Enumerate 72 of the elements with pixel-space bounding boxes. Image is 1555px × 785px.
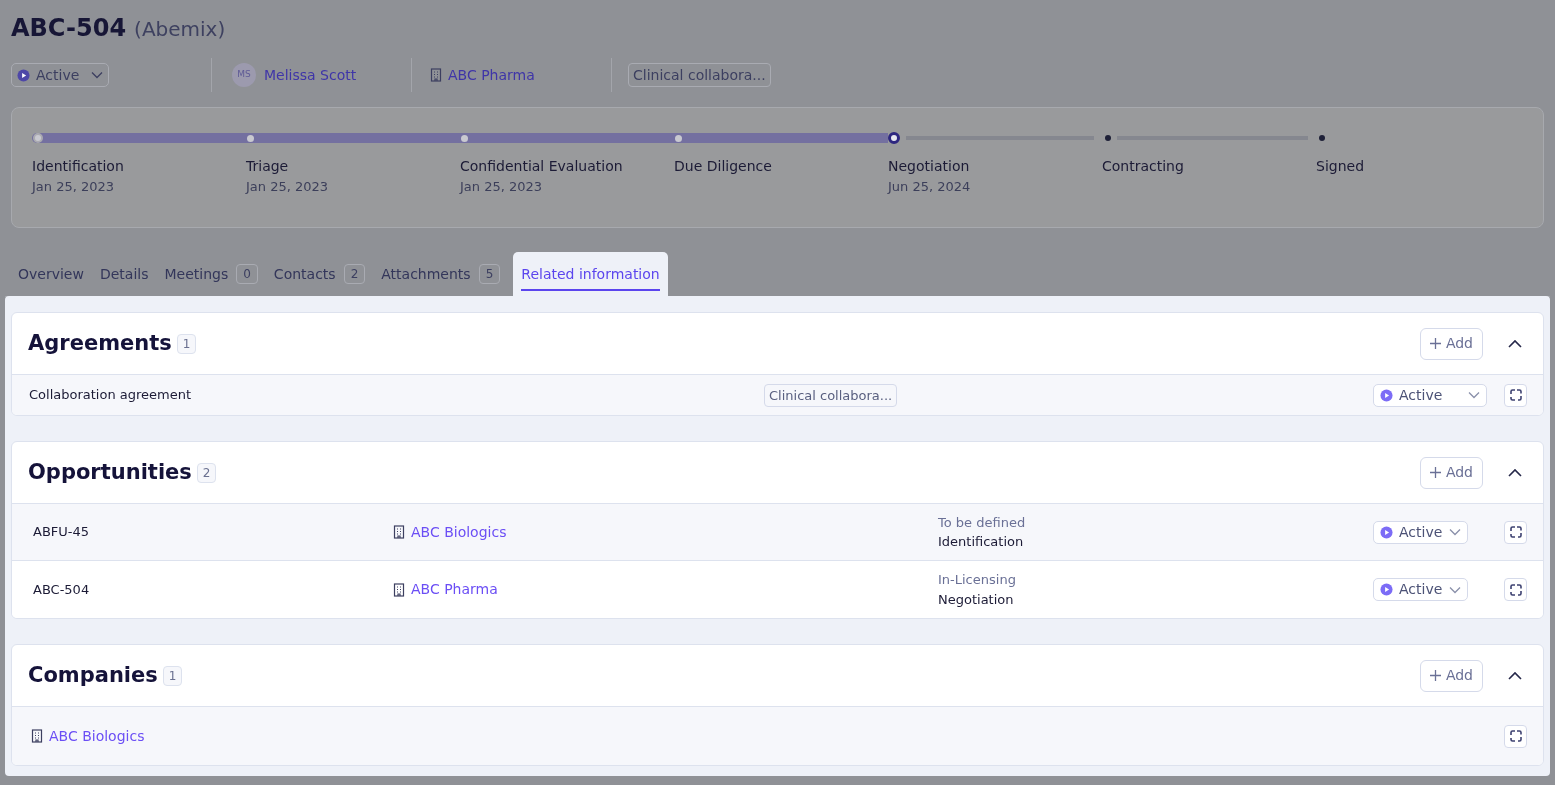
page-subtitle: (Abemix) <box>134 16 226 43</box>
add-button[interactable]: Add <box>1419 659 1483 692</box>
tab[interactable]: Contacts 2 <box>265 252 374 296</box>
agreement-name: Collaboration agreement <box>29 386 193 405</box>
plus-icon <box>1429 338 1441 349</box>
unlink-button[interactable] <box>1504 724 1527 748</box>
plus-icon <box>1429 467 1441 478</box>
tab-count: 2 <box>343 264 366 284</box>
opportunity-id: ABFU-45 <box>33 523 91 542</box>
stage-label: Signed <box>1316 157 1366 176</box>
status-dropdown[interactable]: Active <box>1373 578 1468 601</box>
building-icon <box>393 582 405 597</box>
deal-type: To be defined <box>938 513 1027 532</box>
chevron-up-icon <box>1508 671 1522 680</box>
stage-label: Negotiation <box>888 157 971 176</box>
tab[interactable]: Meetings 0 <box>156 252 266 296</box>
stage-label: Contracting <box>1102 157 1185 176</box>
play-icon <box>1380 583 1393 596</box>
plus-icon <box>1429 670 1441 681</box>
chevron-up-icon <box>1508 339 1522 348</box>
owner-link[interactable]: Melissa Scott <box>264 64 357 86</box>
stage-label: Confidential Evaluation <box>460 157 624 176</box>
unlink-button[interactable] <box>1504 383 1527 407</box>
section-title: Agreements <box>28 329 172 357</box>
stage-label: Triage <box>246 157 290 176</box>
play-icon <box>17 68 30 82</box>
deal-stage: Identification <box>938 533 1025 551</box>
section-title: Opportunities <box>28 458 192 486</box>
type-tag: Clinical collabora... <box>628 63 771 87</box>
chevron-up-icon <box>1508 468 1522 477</box>
play-icon <box>1380 525 1393 539</box>
opportunity-id: ABC-504 <box>33 580 91 599</box>
building-icon <box>430 68 442 82</box>
deal-stage: Negotiation <box>938 590 1015 609</box>
company-link[interactable]: ABC Pharma <box>411 579 498 600</box>
company-link[interactable]: ABC Pharma <box>448 64 535 86</box>
page-title: ABC-504 <box>11 13 127 44</box>
count-badge: 1 <box>176 333 197 354</box>
tab[interactable]: Related information <box>513 252 668 296</box>
chevron-down-icon <box>1449 585 1461 594</box>
chevron-down-icon <box>91 71 104 79</box>
count-badge: 2 <box>196 462 217 483</box>
tab-count: 0 <box>236 264 258 284</box>
tab-count: 5 <box>478 264 501 284</box>
status-dropdown[interactable]: Active <box>1373 383 1487 407</box>
company-link[interactable]: ABC Biologics <box>411 521 507 543</box>
tab[interactable]: Details <box>91 252 157 296</box>
stage-date: Jan 25, 2023 <box>246 178 330 196</box>
unlink-button[interactable] <box>1504 520 1527 544</box>
building-icon <box>31 729 43 743</box>
chevron-down-icon <box>1468 391 1480 399</box>
status-dropdown[interactable]: Active <box>1373 520 1468 544</box>
company-link[interactable]: ABC Biologics <box>49 725 145 747</box>
avatar: MS <box>232 63 256 87</box>
stage-label: Identification <box>32 157 125 176</box>
tab[interactable]: Overview <box>10 252 92 296</box>
tab[interactable]: Attachments 5 <box>373 252 509 296</box>
status-dropdown[interactable]: Active <box>11 63 110 87</box>
deal-type: In-Licensing <box>938 571 1017 589</box>
add-button[interactable]: Add <box>1419 456 1483 489</box>
play-icon <box>1380 388 1393 402</box>
section-title: Companies <box>28 661 158 689</box>
type-tag: Clinical collabora... <box>764 383 898 407</box>
count-badge: 1 <box>162 665 183 686</box>
add-button[interactable]: Add <box>1419 327 1483 360</box>
stage-date: Jan 25, 2023 <box>32 178 116 196</box>
stage-date: Jan 25, 2023 <box>460 178 544 196</box>
building-icon <box>393 525 405 539</box>
unlink-button[interactable] <box>1504 578 1527 601</box>
chevron-down-icon <box>1449 528 1461 536</box>
stage-label: Due Diligence <box>674 157 773 176</box>
stage-date: Jun 25, 2024 <box>888 178 972 196</box>
